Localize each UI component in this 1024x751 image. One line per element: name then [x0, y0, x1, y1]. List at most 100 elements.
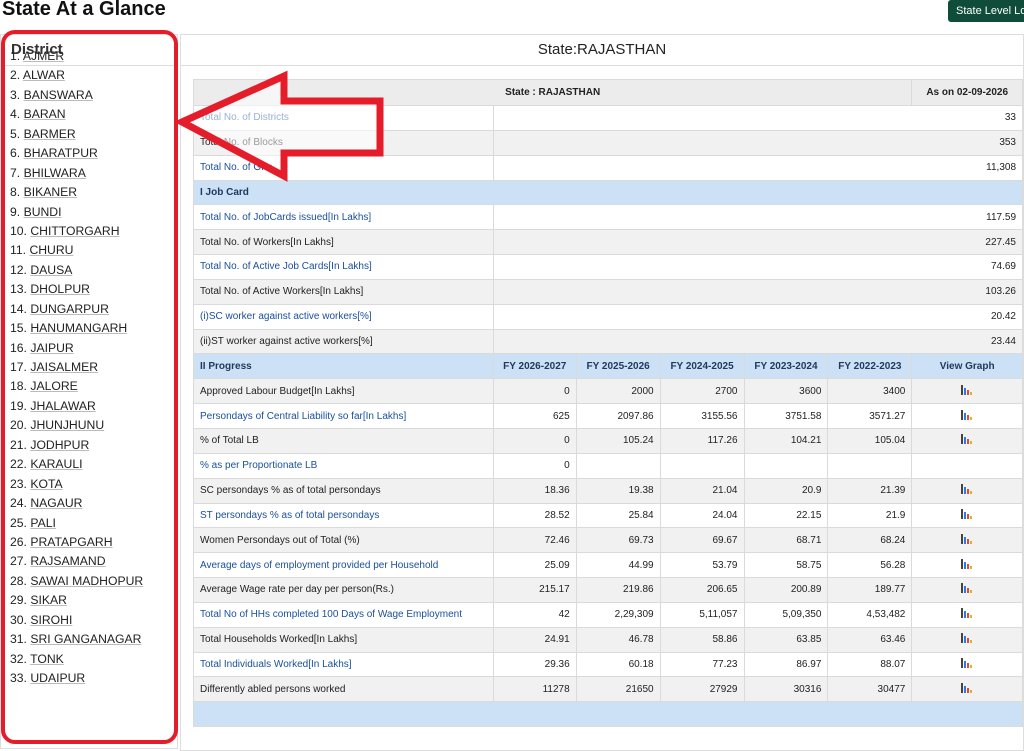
district-link[interactable]: SRI GANGANAGAR	[30, 632, 141, 646]
summary-label[interactable]: Total No. of GPs	[193, 154, 494, 181]
bar-chart-icon[interactable]	[961, 682, 973, 693]
progress-label[interactable]: Average days of employment provided per …	[193, 552, 494, 579]
district-item[interactable]: 14. DUNGARPUR	[10, 300, 143, 319]
district-item[interactable]: 21. JODHPUR	[10, 436, 143, 455]
bar-chart-icon[interactable]	[961, 384, 973, 395]
progress-label[interactable]: Persondays of Central Liability so far[I…	[193, 403, 494, 429]
district-item[interactable]: 6. BHARATPUR	[10, 144, 143, 163]
district-item[interactable]: 16. JAIPUR	[10, 339, 143, 358]
district-link[interactable]: CHURU	[29, 243, 73, 257]
district-item[interactable]: 29. SIKAR	[10, 591, 143, 610]
district-item[interactable]: 23. KOTA	[10, 475, 143, 494]
district-item[interactable]: 30. SIROHI	[10, 611, 143, 630]
district-number: 18.	[10, 379, 27, 394]
bar-chart-icon[interactable]	[961, 409, 973, 420]
district-link[interactable]: DAUSA	[30, 263, 72, 277]
district-number: 1.	[10, 49, 21, 63]
progress-column-header: FY 2024-2025	[659, 353, 745, 380]
bar-chart-icon[interactable]	[961, 533, 973, 544]
district-link[interactable]: SAWAI MADHOPUR	[30, 574, 143, 588]
district-link[interactable]: DUNGARPUR	[30, 302, 109, 316]
district-item[interactable]: 10. CHITTORGARH	[10, 222, 143, 241]
progress-label[interactable]: % as per Proportionate LB	[193, 452, 494, 479]
progress-label[interactable]: Total Individuals Worked[In Lakhs]	[193, 651, 494, 678]
bar-chart-icon[interactable]	[961, 657, 973, 668]
district-link[interactable]: JODHPUR	[30, 438, 89, 452]
district-item[interactable]: 7. BHILWARA	[10, 164, 143, 183]
district-item[interactable]: 25. PALI	[10, 514, 143, 533]
district-item[interactable]: 33. UDAIPUR	[10, 669, 143, 688]
district-item[interactable]: 9. BUNDI	[10, 203, 143, 222]
district-link[interactable]: RAJSAMAND	[30, 554, 105, 568]
district-item[interactable]: 18. JALORE	[10, 377, 143, 396]
district-item[interactable]: 20. JHUNJHUNU	[10, 416, 143, 435]
district-item[interactable]: 15. HANUMANGARH	[10, 319, 143, 338]
district-link[interactable]: JALORE	[30, 379, 77, 393]
district-item[interactable]: 28. SAWAI MADHOPUR	[10, 572, 143, 591]
district-link[interactable]: BARAN	[24, 107, 66, 121]
bar-chart-icon[interactable]	[961, 633, 973, 644]
district-item[interactable]: 3. BANSWARA	[10, 86, 143, 105]
district-item[interactable]: 5. BARMER	[10, 125, 143, 144]
progress-value: 58.75	[743, 552, 829, 579]
district-item[interactable]: 8. BIKANER	[10, 183, 143, 202]
district-link[interactable]: DHOLPUR	[30, 282, 90, 296]
district-link[interactable]: BUNDI	[24, 205, 62, 219]
district-link[interactable]: BARMER	[24, 127, 76, 141]
progress-value: 625	[492, 403, 577, 429]
district-item[interactable]: 11. CHURU	[10, 241, 143, 260]
district-link[interactable]: BIKANER	[24, 185, 78, 199]
district-item[interactable]: 26. PRATAPGARH	[10, 533, 143, 552]
district-item[interactable]: 31. SRI GANGANAGAR	[10, 630, 143, 649]
district-item[interactable]: 27. RAJSAMAND	[10, 552, 143, 571]
bar-chart-icon[interactable]	[961, 434, 973, 445]
district-link[interactable]: CHITTORGARH	[30, 224, 119, 238]
district-link[interactable]: SIROHI	[30, 613, 72, 627]
district-item[interactable]: 4. BARAN	[10, 105, 143, 124]
progress-label[interactable]: ST persondays % as of total persondays	[193, 502, 494, 529]
job-card-label[interactable]: Total No. of Active Job Cards[In Lakhs]	[193, 254, 494, 280]
state-level-login-button[interactable]: State Level Log	[948, 0, 1024, 22]
bar-chart-icon[interactable]	[961, 508, 973, 519]
bar-chart-icon[interactable]	[961, 583, 973, 594]
district-link[interactable]: KOTA	[30, 477, 62, 491]
district-link[interactable]: BHARATPUR	[24, 146, 98, 160]
district-item[interactable]: 32. TONK	[10, 650, 143, 669]
district-link[interactable]: JHUNJHUNU	[30, 418, 104, 432]
district-link[interactable]: JAISALMER	[30, 360, 98, 374]
job-card-label[interactable]: (i)SC worker against active workers[%]	[193, 303, 494, 330]
district-link[interactable]: SIKAR	[30, 593, 67, 607]
district-link[interactable]: TONK	[30, 652, 64, 666]
district-item[interactable]: 22. KARAULI	[10, 455, 143, 474]
district-item[interactable]: 19. JHALAWAR	[10, 397, 143, 416]
district-item[interactable]: 13. DHOLPUR	[10, 280, 143, 299]
district-link[interactable]: KARAULI	[30, 457, 82, 471]
bar-chart-icon[interactable]	[961, 484, 973, 495]
district-item[interactable]: 12. DAUSA	[10, 261, 143, 280]
district-link[interactable]: ALWAR	[23, 68, 65, 82]
district-item[interactable]: 2. ALWAR	[10, 66, 143, 85]
job-card-label[interactable]: Total No. of JobCards issued[In Lakhs]	[193, 204, 494, 231]
district-link[interactable]: AJMER	[23, 49, 64, 63]
district-link[interactable]: NAGAUR	[30, 496, 82, 510]
district-link[interactable]: PALI	[30, 516, 56, 530]
district-item[interactable]: 17. JAISALMER	[10, 358, 143, 377]
district-link[interactable]: HANUMANGARH	[30, 321, 127, 335]
district-link[interactable]: JHALAWAR	[30, 399, 95, 413]
district-link[interactable]: BHILWARA	[24, 166, 86, 180]
bar-chart-icon[interactable]	[961, 608, 973, 619]
view-graph-cell	[911, 477, 1023, 504]
district-item[interactable]: 24. NAGAUR	[10, 494, 143, 513]
district-link[interactable]: BANSWARA	[24, 88, 93, 102]
district-item[interactable]: 1. AJMER	[10, 47, 143, 66]
bar-chart-icon[interactable]	[961, 558, 973, 569]
progress-label[interactable]: Total No of HHs completed 100 Days of Wa…	[193, 601, 494, 628]
summary-label[interactable]: Total No. of Districts	[193, 105, 494, 131]
district-link[interactable]: UDAIPUR	[30, 671, 85, 685]
progress-row: Total No of HHs completed 100 Days of Wa…	[193, 601, 1023, 628]
progress-value: 206.65	[659, 577, 745, 603]
district-link[interactable]: PRATAPGARH	[30, 535, 112, 549]
district-link[interactable]: JAIPUR	[30, 341, 73, 355]
job-card-label: Total No. of Workers[In Lakhs]	[193, 229, 494, 256]
progress-label: % of Total LB	[193, 427, 494, 454]
